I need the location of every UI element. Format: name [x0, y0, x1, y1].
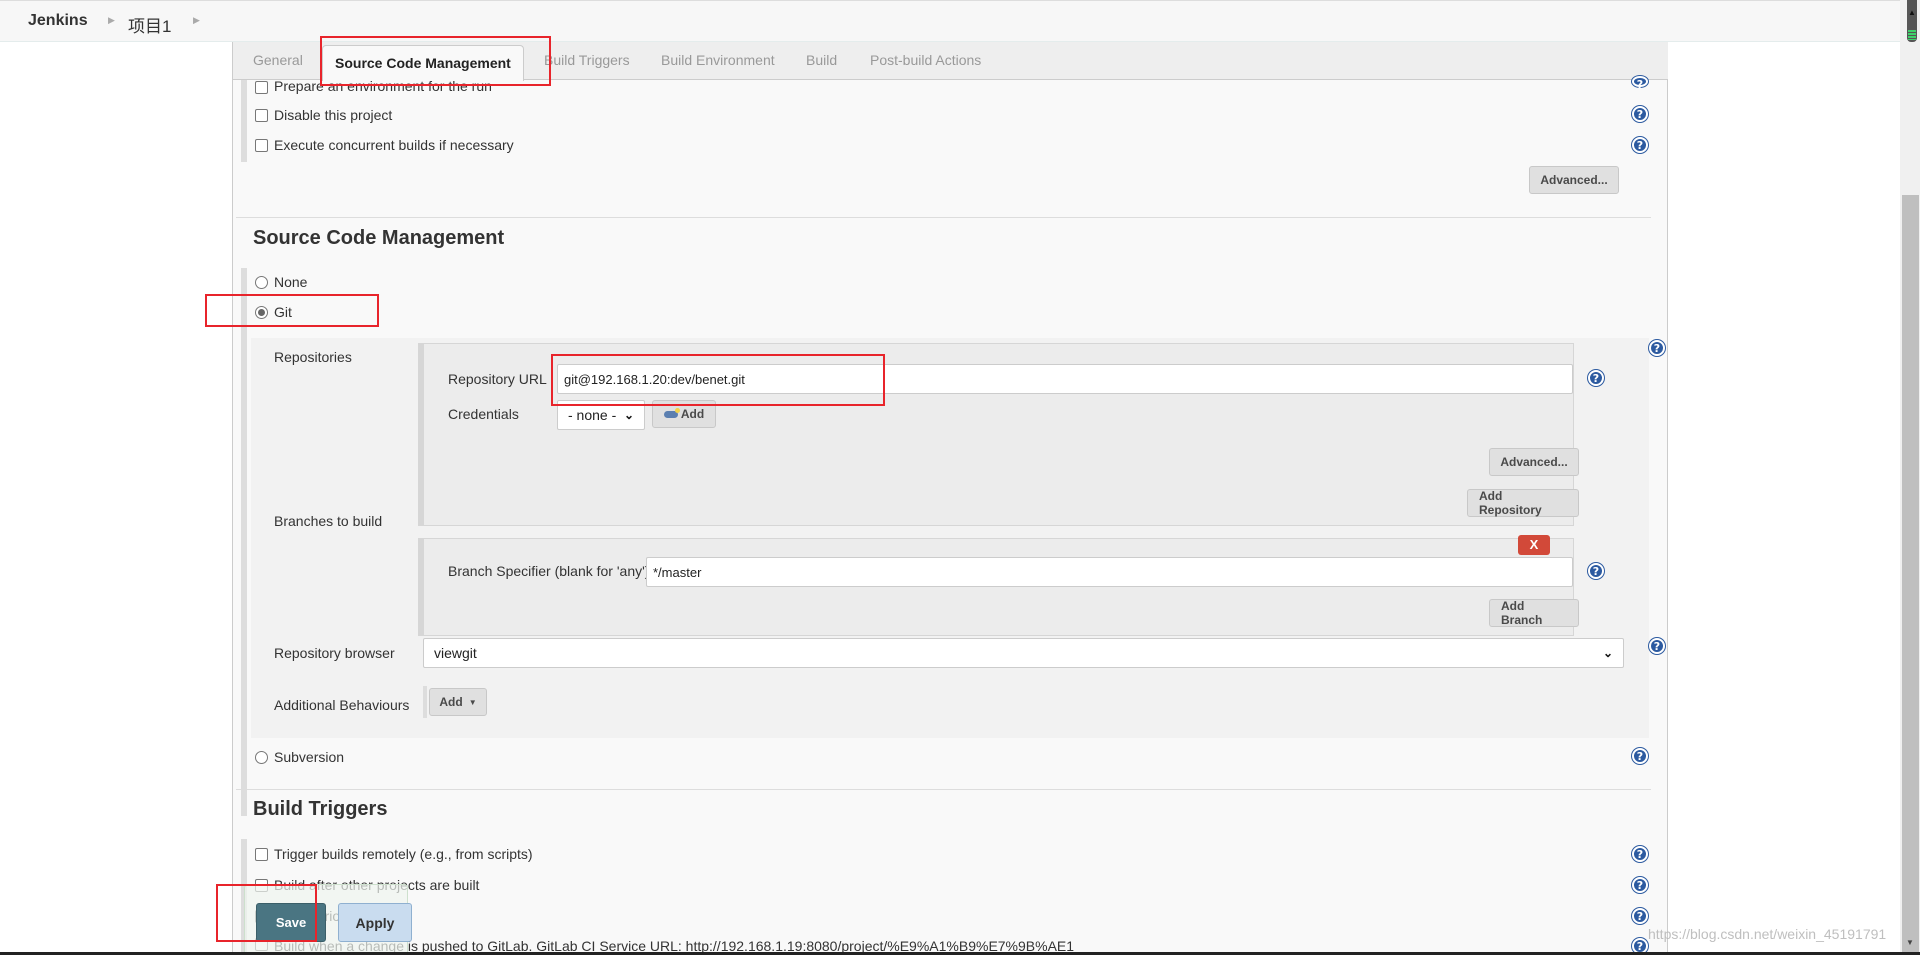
git-config-panel: Repositories Repository URL git@192.168.…: [251, 338, 1665, 738]
group-bar: [241, 80, 247, 162]
general-advanced-button[interactable]: Advanced...: [1529, 166, 1619, 194]
tab-build-triggers[interactable]: Build Triggers: [544, 52, 630, 68]
help-icon[interactable]: ?: [1649, 638, 1665, 654]
branch-specifier-label: Branch Specifier (blank for 'any'): [448, 563, 650, 579]
repository-advanced-button[interactable]: Advanced...: [1489, 448, 1579, 476]
menu-lines-icon: [1908, 30, 1916, 40]
key-icon: [663, 407, 680, 418]
help-icon[interactable]: ?: [1632, 137, 1648, 153]
watermark: https://blog.csdn.net/weixin_45191791: [1648, 926, 1887, 942]
branch-specifier-input[interactable]: */master: [646, 557, 1573, 587]
radio[interactable]: [255, 275, 268, 289]
help-icon[interactable]: ?: [1632, 908, 1648, 924]
scrollbar-thumb[interactable]: [1902, 195, 1919, 955]
repositories-label: Repositories: [274, 349, 352, 365]
additional-behaviours-add-button[interactable]: Add ▼: [429, 688, 487, 716]
breadcrumb: Jenkins ▶ 项目1 ▶: [0, 0, 1905, 42]
additional-behaviours-label: Additional Behaviours: [274, 697, 410, 713]
help-icon[interactable]: ?: [1632, 748, 1648, 764]
arrow-down-icon[interactable]: ▼: [1906, 938, 1914, 947]
tab-post-build-actions[interactable]: Post-build Actions: [870, 52, 981, 68]
breadcrumb-jenkins[interactable]: Jenkins: [28, 12, 88, 30]
repository-browser-select[interactable]: viewgit ⌄: [423, 638, 1624, 668]
help-icon[interactable]: ?: [1632, 846, 1648, 862]
caret-down-icon: ▼: [468, 697, 477, 707]
breadcrumb-project[interactable]: 项目1: [128, 12, 171, 37]
checkbox[interactable]: [255, 847, 268, 861]
arrow-up-icon: ▲: [1908, 8, 1916, 17]
delete-branch-button[interactable]: X: [1518, 535, 1550, 555]
trigger-remote[interactable]: Trigger builds remotely (e.g., from scri…: [255, 846, 533, 862]
group-bar: [423, 686, 427, 718]
checkbox[interactable]: [255, 108, 268, 122]
divider: [236, 217, 1651, 218]
chevron-down-icon: ⌄: [1602, 646, 1613, 660]
scroll-top-widget[interactable]: ▲: [1907, 0, 1917, 42]
apply-button[interactable]: Apply: [338, 903, 412, 942]
help-icon[interactable]: ?: [1649, 340, 1665, 356]
group-bar: [241, 268, 247, 816]
help-icon[interactable]: ?: [1632, 877, 1648, 893]
checkbox[interactable]: [255, 138, 268, 152]
help-icon[interactable]: ?: [1588, 563, 1604, 579]
box-bar: [418, 538, 423, 636]
checkbox[interactable]: [255, 81, 268, 94]
option-concurrent-builds[interactable]: Execute concurrent builds if necessary: [255, 137, 514, 153]
annotation-box-save: [216, 884, 317, 942]
scrollbar[interactable]: ▲ ▼: [1900, 0, 1920, 955]
annotation-box-tab: [320, 36, 551, 86]
repository-browser-label: Repository browser: [274, 645, 395, 661]
repository-url-label: Repository URL: [448, 371, 547, 387]
tab-build-environment[interactable]: Build Environment: [661, 52, 775, 68]
scm-title: Source Code Management: [253, 227, 505, 249]
chevron-right-icon: ▶: [108, 15, 115, 25]
tab-build[interactable]: Build: [806, 52, 837, 68]
help-icon[interactable]: ?: [1632, 106, 1648, 122]
divider: [236, 789, 1651, 790]
scm-option-none[interactable]: None: [255, 274, 307, 290]
scm-option-subversion[interactable]: Subversion: [255, 749, 344, 765]
help-icon[interactable]: ?: [1632, 76, 1648, 91]
config-panel: General Source Code Management Build Tri…: [232, 42, 1668, 955]
radio[interactable]: [255, 750, 268, 764]
chevron-down-icon: ⌄: [623, 408, 634, 422]
branches-label: Branches to build: [274, 513, 383, 529]
tab-general[interactable]: General: [253, 52, 303, 68]
build-triggers-title: Build Triggers: [253, 798, 388, 820]
box-bar: [418, 343, 423, 526]
annotation-box-git: [205, 294, 379, 327]
help-icon[interactable]: ?: [1588, 370, 1604, 386]
chevron-right-icon[interactable]: ▶: [193, 15, 200, 26]
branch-box: X Branch Specifier (blank for 'any') */m…: [418, 535, 1604, 636]
annotation-box-url: [551, 354, 885, 406]
option-disable-project[interactable]: Disable this project: [255, 107, 392, 123]
add-repository-button[interactable]: Add Repository: [1467, 489, 1579, 517]
credentials-label: Credentials: [448, 406, 519, 422]
add-branch-button[interactable]: Add Branch: [1489, 599, 1579, 627]
